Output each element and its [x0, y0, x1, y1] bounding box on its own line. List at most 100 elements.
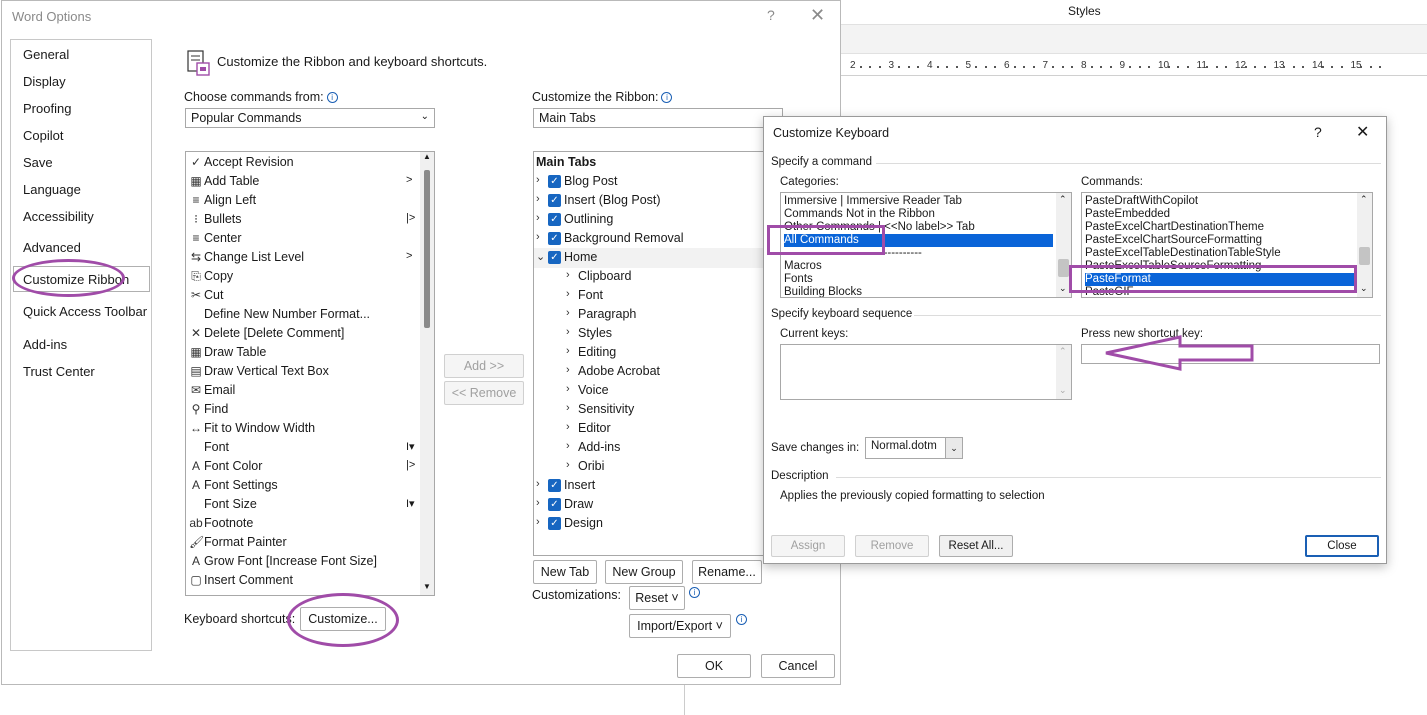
- chevron-right-icon[interactable]: ›: [536, 478, 540, 490]
- ribbon-tree-item[interactable]: › ✓ Insert (Blog Post): [534, 191, 782, 211]
- ribbon-tree-item[interactable]: › Sensitivity: [534, 400, 782, 420]
- ribbon-tree-item[interactable]: › Clipboard: [534, 267, 782, 287]
- checkbox-checked-icon[interactable]: ✓: [548, 232, 561, 245]
- command-item[interactable]: PasteExcelChartDestinationTheme: [1085, 221, 1354, 234]
- remove-key-button[interactable]: Remove: [855, 535, 929, 557]
- ribbon-tree-item[interactable]: ⌄ ✓ Home: [534, 248, 782, 268]
- scroll-thumb[interactable]: [1359, 247, 1370, 265]
- chevron-right-icon[interactable]: ›: [566, 288, 570, 300]
- save-changes-dropdown[interactable]: Normal.dotm ⌄: [865, 437, 963, 459]
- chevron-right-icon[interactable]: ›: [566, 307, 570, 319]
- scroll-up-icon[interactable]: ▲: [423, 152, 431, 161]
- ribbon-tree-item[interactable]: › Editor: [534, 419, 782, 439]
- ok-button[interactable]: OK: [677, 654, 751, 678]
- checkbox-checked-icon[interactable]: ✓: [548, 213, 561, 226]
- checkbox-checked-icon[interactable]: ✓: [548, 175, 561, 188]
- checkbox-checked-icon[interactable]: ✓: [548, 194, 561, 207]
- import-export-button[interactable]: Import/Export ˅: [629, 614, 731, 638]
- command-item[interactable]: PasteDraftWithCopilot: [1085, 195, 1354, 208]
- new-group-button[interactable]: New Group: [605, 560, 683, 584]
- ribbon-tree-item[interactable]: › Font: [534, 286, 782, 306]
- command-item[interactable]: ab Footnote: [186, 514, 418, 533]
- assign-button[interactable]: Assign: [771, 535, 845, 557]
- chevron-right-icon[interactable]: ›: [566, 459, 570, 471]
- command-item[interactable]: Font Size I▾: [186, 495, 418, 514]
- command-item[interactable]: Font I▾: [186, 438, 418, 457]
- rename-button[interactable]: Rename...: [692, 560, 762, 584]
- command-item[interactable]: ↔ Fit to Window Width: [186, 419, 418, 438]
- chevron-right-icon[interactable]: ›: [536, 193, 540, 205]
- checkbox-checked-icon[interactable]: ✓: [548, 251, 561, 264]
- chevron-right-icon[interactable]: ›: [566, 383, 570, 395]
- info-icon[interactable]: i: [736, 614, 747, 625]
- command-item[interactable]: PasteExcelTableDestinationTableStyle: [1085, 247, 1354, 260]
- nav-item-trust-center[interactable]: Trust Center: [23, 364, 95, 379]
- nav-item-display[interactable]: Display: [23, 74, 66, 89]
- scroll-up-icon[interactable]: ⌃: [1059, 346, 1067, 357]
- command-item[interactable]: ⎘ Copy: [186, 267, 418, 286]
- current-keys-scrollbar[interactable]: ⌃ ⌄: [1056, 345, 1071, 399]
- scroll-thumb[interactable]: [424, 170, 430, 328]
- ribbon-tree-item[interactable]: › ✓ Insert: [534, 476, 782, 496]
- ribbon-tree-item[interactable]: › Editing: [534, 343, 782, 363]
- chevron-right-icon[interactable]: ›: [536, 497, 540, 509]
- ribbon-tree-item[interactable]: › ✓ Design: [534, 514, 782, 534]
- chevron-right-icon[interactable]: ›: [536, 516, 540, 528]
- ribbon-tree-item[interactable]: › Add-ins: [534, 438, 782, 458]
- command-item[interactable]: ▦ Draw Table: [186, 343, 418, 362]
- ribbon-tree-item[interactable]: › ✓ Blog Post: [534, 172, 782, 192]
- nav-item-proofing[interactable]: Proofing: [23, 101, 71, 116]
- current-keys-list[interactable]: ⌃ ⌄: [780, 344, 1072, 400]
- command-item[interactable]: PasteExcelChartSourceFormatting: [1085, 234, 1354, 247]
- help-icon[interactable]: ?: [767, 7, 775, 23]
- commands-scrollbar[interactable]: ▲ ▼: [420, 152, 434, 595]
- close-icon[interactable]: ✕: [1356, 122, 1369, 142]
- ribbon-tree-item[interactable]: › Voice: [534, 381, 782, 401]
- category-item[interactable]: Commands Not in the Ribbon: [784, 208, 1053, 221]
- command-item[interactable]: ▦ Add Table >: [186, 172, 418, 191]
- chevron-right-icon[interactable]: ›: [536, 174, 540, 186]
- command-item[interactable]: ▢ Insert Comment: [186, 571, 418, 590]
- scroll-up-icon[interactable]: ⌃: [1360, 194, 1368, 205]
- scroll-down-icon[interactable]: ⌄: [1059, 385, 1067, 396]
- chevron-right-icon[interactable]: ›: [566, 421, 570, 433]
- reset-all-button[interactable]: Reset All...: [939, 535, 1013, 557]
- commands-scrollbar[interactable]: ⌃ ⌄: [1357, 193, 1372, 297]
- nav-item-add-ins[interactable]: Add-ins: [23, 337, 67, 352]
- nav-item-accessibility[interactable]: Accessibility: [23, 209, 94, 224]
- command-item[interactable]: 🖌 Format Painter: [186, 533, 418, 552]
- checkbox-checked-icon[interactable]: ✓: [548, 517, 561, 530]
- scroll-down-icon[interactable]: ⌄: [1059, 283, 1067, 294]
- ribbon-tree-item[interactable]: › ✓ Outlining: [534, 210, 782, 230]
- nav-item-quick-access-toolbar[interactable]: Quick Access Toolbar: [23, 304, 147, 319]
- nav-item-advanced[interactable]: Advanced: [23, 240, 81, 255]
- chevron-right-icon[interactable]: ›: [536, 212, 540, 224]
- command-item[interactable]: A Font Color |>: [186, 457, 418, 476]
- command-item[interactable]: ≡ Center: [186, 229, 418, 248]
- chevron-right-icon[interactable]: ›: [566, 326, 570, 338]
- command-item[interactable]: A Font Settings: [186, 476, 418, 495]
- scroll-thumb[interactable]: [1058, 259, 1069, 277]
- horizontal-ruler[interactable]: 2 3 4 5 6 7 8 9 10 11 12 13 14 15: [840, 56, 1427, 76]
- category-item[interactable]: Immersive | Immersive Reader Tab: [784, 195, 1053, 208]
- scroll-down-icon[interactable]: ⌄: [1360, 283, 1368, 294]
- chevron-down-icon[interactable]: ⌄: [536, 250, 545, 263]
- chevron-right-icon[interactable]: ›: [566, 345, 570, 357]
- ribbon-tabs-dropdown[interactable]: Main Tabs⌄: [533, 108, 783, 128]
- nav-item-copilot[interactable]: Copilot: [23, 128, 63, 143]
- command-item[interactable]: ⇆ Change List Level >: [186, 248, 418, 267]
- command-item[interactable]: ⚲ Find: [186, 400, 418, 419]
- command-item[interactable]: ≡ Align Left: [186, 191, 418, 210]
- command-item[interactable]: PasteEmbedded: [1085, 208, 1354, 221]
- info-icon[interactable]: i: [689, 587, 700, 598]
- add-button[interactable]: Add >>: [444, 354, 524, 378]
- ribbon-tree-item[interactable]: Main Tabs: [534, 153, 782, 173]
- chevron-right-icon[interactable]: ›: [566, 364, 570, 376]
- command-item[interactable]: ✂ Cut: [186, 286, 418, 305]
- ribbon-tree-item[interactable]: › Styles: [534, 324, 782, 344]
- chevron-right-icon[interactable]: ›: [566, 269, 570, 281]
- category-item[interactable]: Macros: [784, 260, 1053, 273]
- ribbon-tree-item[interactable]: › Paragraph: [534, 305, 782, 325]
- chevron-right-icon[interactable]: ›: [566, 440, 570, 452]
- commands-list[interactable]: ▲ ▼ ✓ Accept Revision ▦ Add Table > ≡ Align Le…: [185, 151, 435, 596]
